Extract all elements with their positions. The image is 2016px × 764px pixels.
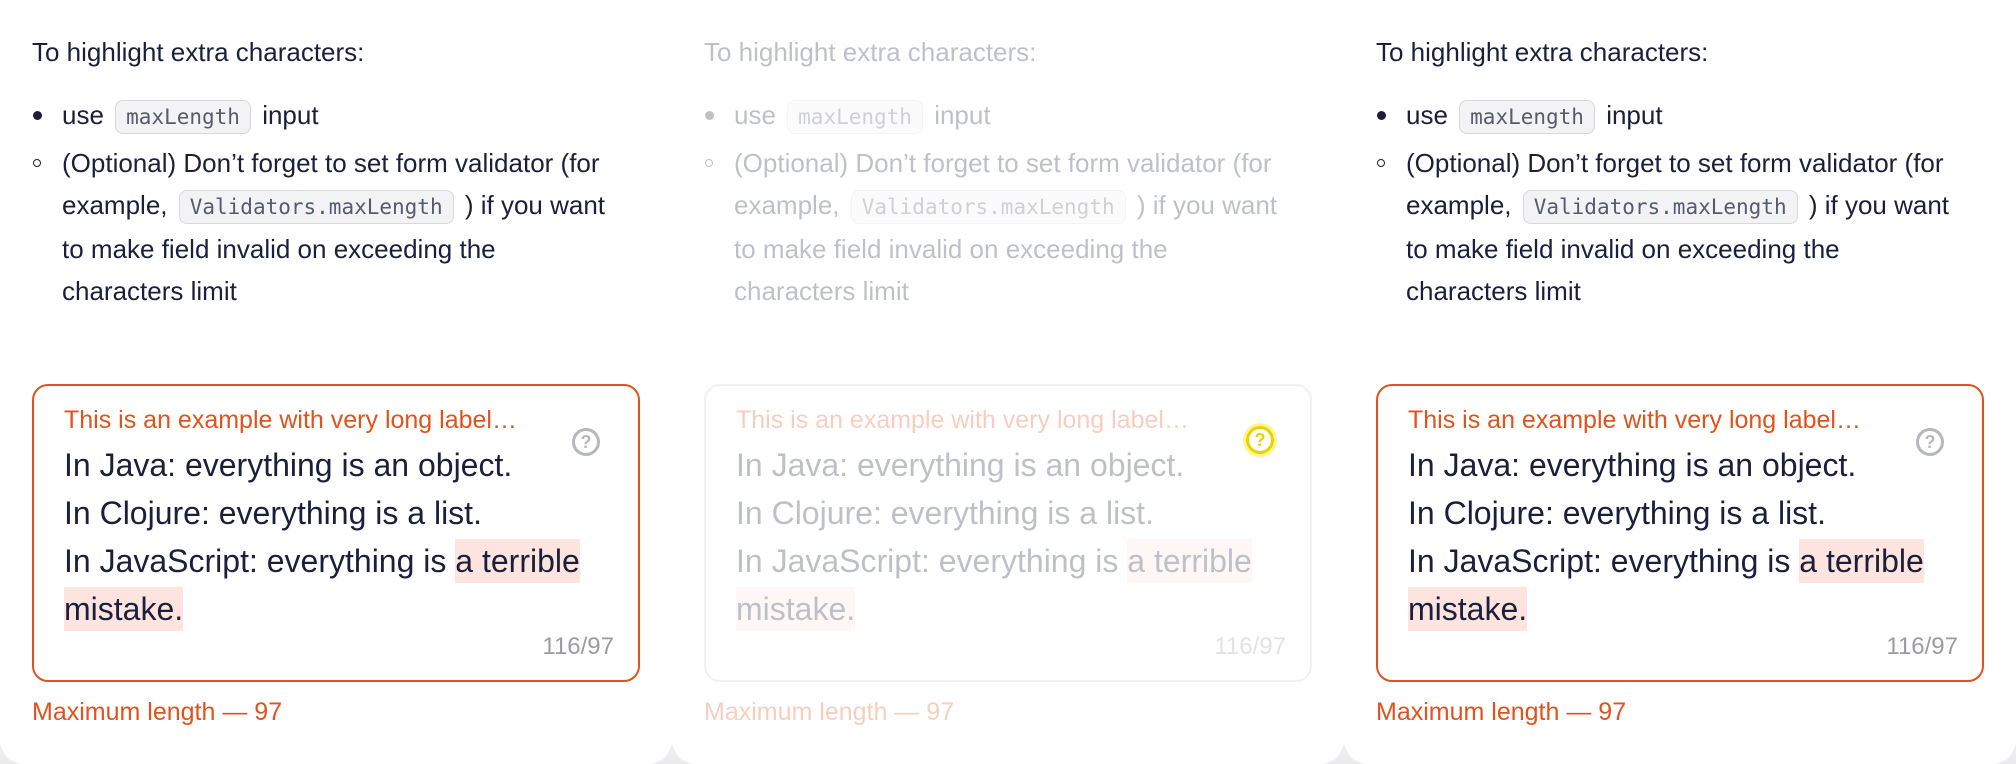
rules-list: use maxLength input (Optional) Don’t for…: [32, 94, 640, 312]
value-line: In JavaScript: everything is: [64, 543, 456, 579]
rule-text: input: [262, 100, 319, 130]
intro-text: To highlight extra characters:: [32, 37, 365, 67]
rule-text: input: [1606, 100, 1663, 130]
textarea-value[interactable]: In Java: everything is an object. In Clo…: [64, 441, 604, 633]
error-message: Maximum length — 97: [1376, 698, 1627, 726]
rule-item-maxlength: use maxLength input: [32, 94, 622, 138]
code-validators-maxlength: Validators.maxLength: [850, 190, 1126, 224]
rule-item-maxlength: use maxLength input: [704, 94, 1294, 138]
code-maxlength: maxLength: [1459, 100, 1595, 134]
example-panel-disabled: To highlight extra characters: use maxLe…: [672, 0, 1344, 764]
rule-text: use: [62, 100, 104, 130]
help-icon-overlay: ?: [704, 384, 1312, 682]
value-line: In Clojure: everything is a list.: [1408, 495, 1826, 531]
rule-text: input: [934, 100, 991, 130]
rules-list: use maxLength input (Optional) Don’t for…: [1376, 94, 1984, 312]
example-panel-normal: To highlight extra characters: use maxLe…: [0, 0, 672, 764]
code-maxlength: maxLength: [787, 100, 923, 134]
textarea-field[interactable]: This is an example with very long label……: [1376, 384, 1984, 682]
textarea-label: This is an example with very long label…: [1408, 406, 1861, 434]
character-counter: 116/97: [542, 633, 614, 660]
rules-list: use maxLength input (Optional) Don’t for…: [704, 94, 1312, 312]
textarea-label: This is an example with very long label…: [64, 406, 517, 434]
value-line: In Java: everything is an object.: [64, 447, 513, 483]
error-message: Maximum length — 97: [704, 698, 955, 726]
rule-item-validator: (Optional) Don’t forget to set form vali…: [1376, 142, 1966, 312]
code-maxlength: maxLength: [115, 100, 251, 134]
intro-text: To highlight extra characters:: [1376, 37, 1709, 67]
rule-item-validator: (Optional) Don’t forget to set form vali…: [32, 142, 622, 312]
rule-item-validator: (Optional) Don’t forget to set form vali…: [704, 142, 1294, 312]
textarea-value[interactable]: In Java: everything is an object. In Clo…: [1408, 441, 1948, 633]
value-line: In JavaScript: everything is: [1408, 543, 1800, 579]
rule-text: use: [1406, 100, 1448, 130]
code-validators-maxlength: Validators.maxLength: [178, 190, 454, 224]
value-line: In Java: everything is an object.: [1408, 447, 1857, 483]
textarea-field[interactable]: This is an example with very long label……: [32, 384, 640, 682]
question-circle-icon[interactable]: ?: [1246, 426, 1274, 454]
error-message: Maximum length — 97: [32, 698, 283, 726]
character-counter: 116/97: [1886, 633, 1958, 660]
intro-text: To highlight extra characters:: [704, 37, 1037, 67]
code-validators-maxlength: Validators.maxLength: [1522, 190, 1798, 224]
value-line: In Clojure: everything is a list.: [64, 495, 482, 531]
rule-text: use: [734, 100, 776, 130]
rule-item-maxlength: use maxLength input: [1376, 94, 1966, 138]
example-panel-normal-2: To highlight extra characters: use maxLe…: [1344, 0, 2016, 764]
